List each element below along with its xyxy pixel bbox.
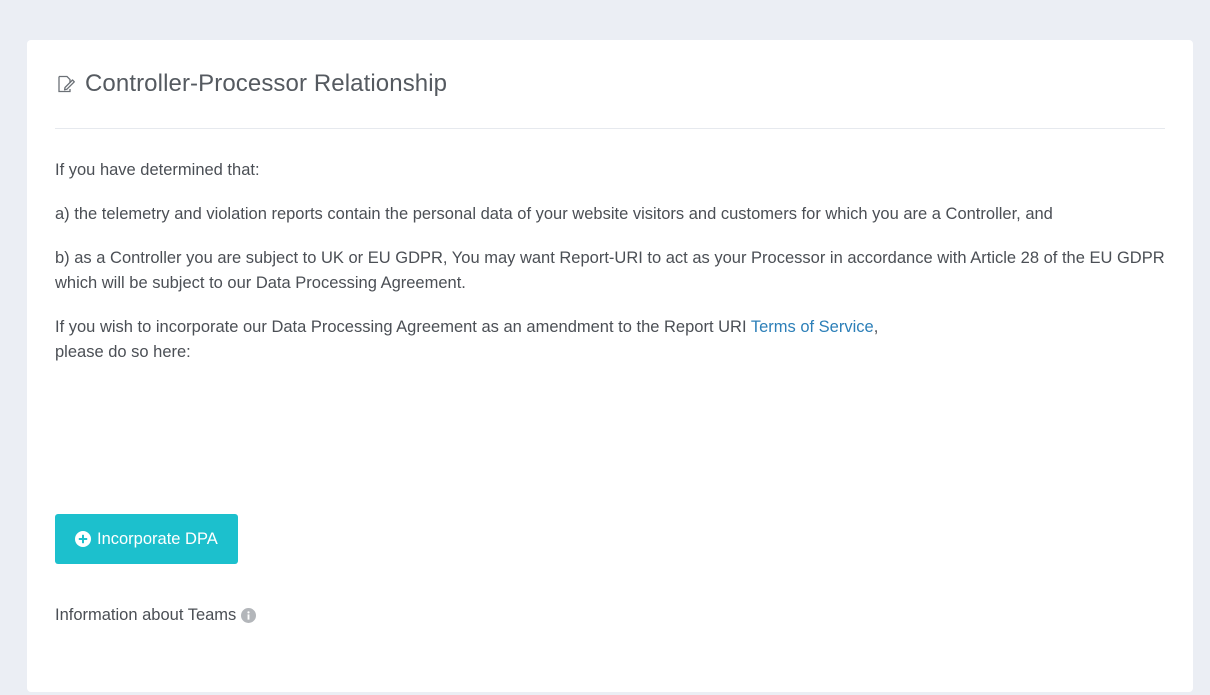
incorporate-prefix: If you wish to incorporate our Data Proc… xyxy=(55,318,751,336)
intro-text: If you have determined that: xyxy=(55,161,260,179)
plus-circle-icon xyxy=(75,531,91,547)
teams-info-label: Information about Teams xyxy=(55,606,237,624)
incorporate-line2: please do so here: xyxy=(55,343,191,361)
incorporate-suffix: , xyxy=(873,318,879,336)
point-a-text: a) the telemetry and violation reports c… xyxy=(55,205,1053,223)
card-header: Controller-Processor Relationship xyxy=(55,40,1165,129)
terms-of-service-link[interactable]: Terms of Service xyxy=(751,318,874,336)
incorporate-dpa-button[interactable]: Incorporate DPA xyxy=(55,514,238,564)
point-b-text: b) as a Controller you are subject to UK… xyxy=(55,249,1165,292)
card-title: Controller-Processor Relationship xyxy=(85,70,448,97)
info-circle-icon[interactable] xyxy=(241,608,257,623)
incorporate-dpa-label: Incorporate DPA xyxy=(97,529,218,548)
teams-info: Information about Teams xyxy=(55,606,257,625)
dpa-card: Controller-Processor Relationship If you… xyxy=(27,40,1193,692)
incorporate-text: If you wish to incorporate our Data Proc… xyxy=(55,315,1165,365)
card-body: If you have determined that: a) the tele… xyxy=(55,158,1165,384)
edit-document-icon xyxy=(55,73,77,95)
